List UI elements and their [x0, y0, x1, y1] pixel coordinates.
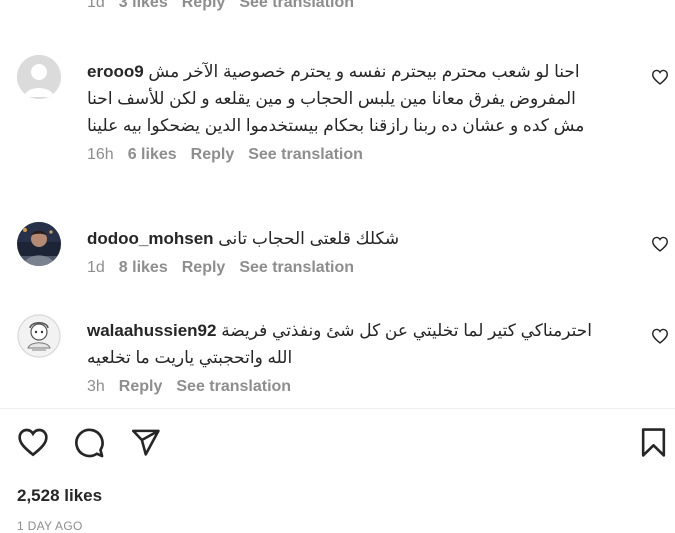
cartoon-avatar-icon — [17, 314, 61, 358]
comment-like-heart-icon[interactable] — [651, 69, 669, 85]
avatar[interactable] — [17, 314, 61, 358]
comment-time: 1d — [87, 0, 105, 11]
comment-username[interactable]: dodoo_mohsen — [87, 229, 214, 248]
comment-text: احنا لو شعب محترم بيحترم نفسه و يحترم خص… — [87, 62, 585, 135]
comment-text: شكلك قلعتى الحجاب تانى — [218, 229, 400, 248]
avatar[interactable] — [17, 222, 61, 266]
post-likes-count[interactable]: 2,528 likes — [17, 486, 102, 506]
comment-text-block: dodoo_mohsen شكلك قلعتى الحجاب تانى — [87, 225, 607, 252]
see-translation-button[interactable]: See translation — [239, 259, 354, 277]
comment-time: 16h — [87, 146, 114, 163]
comment-likes[interactable]: 8 likes — [119, 259, 168, 277]
avatar[interactable] — [17, 55, 61, 99]
see-translation-button[interactable]: See translation — [176, 378, 291, 396]
see-translation-button[interactable]: See translation — [248, 146, 363, 164]
reply-button[interactable]: Reply — [182, 0, 226, 14]
comment-likes[interactable]: 6 likes — [128, 146, 177, 164]
default-avatar-icon — [17, 55, 61, 99]
comment-text-block: walaahussien92 احترمناكي كتير لما تخليتي… — [87, 317, 607, 371]
post-time-ago: 1 DAY AGO — [17, 519, 83, 533]
comment-time: 1d — [87, 259, 105, 276]
comment-username[interactable]: erooo9 — [87, 62, 144, 81]
heart-icon[interactable] — [17, 427, 49, 457]
comment-likes[interactable]: 3 likes — [119, 0, 168, 14]
previous-comment-meta: 1d 3 likes Reply See translation — [87, 0, 354, 14]
comment-like-heart-icon[interactable] — [651, 236, 669, 252]
see-translation-button[interactable]: See translation — [239, 0, 354, 14]
reply-button[interactable]: Reply — [182, 259, 226, 277]
photo-avatar-icon — [17, 222, 61, 266]
bookmark-icon[interactable] — [640, 427, 667, 458]
reply-button[interactable]: Reply — [191, 146, 235, 164]
comment-meta: 3h Reply See translation — [87, 378, 607, 396]
comment-meta: 1d 8 likes Reply See translation — [87, 259, 607, 277]
share-icon[interactable] — [130, 427, 161, 458]
comment-icon[interactable] — [73, 427, 105, 459]
section-divider — [0, 408, 675, 409]
comment-like-heart-icon[interactable] — [651, 328, 669, 344]
reply-button[interactable]: Reply — [119, 378, 163, 396]
post-action-bar — [0, 427, 675, 461]
comment-username[interactable]: walaahussien92 — [87, 321, 216, 340]
comment-text-block: erooo9 احنا لو شعب محترم بيحترم نفسه و ي… — [87, 58, 607, 139]
comment-meta: 16h 6 likes Reply See translation — [87, 146, 607, 164]
comment-time: 3h — [87, 378, 105, 395]
